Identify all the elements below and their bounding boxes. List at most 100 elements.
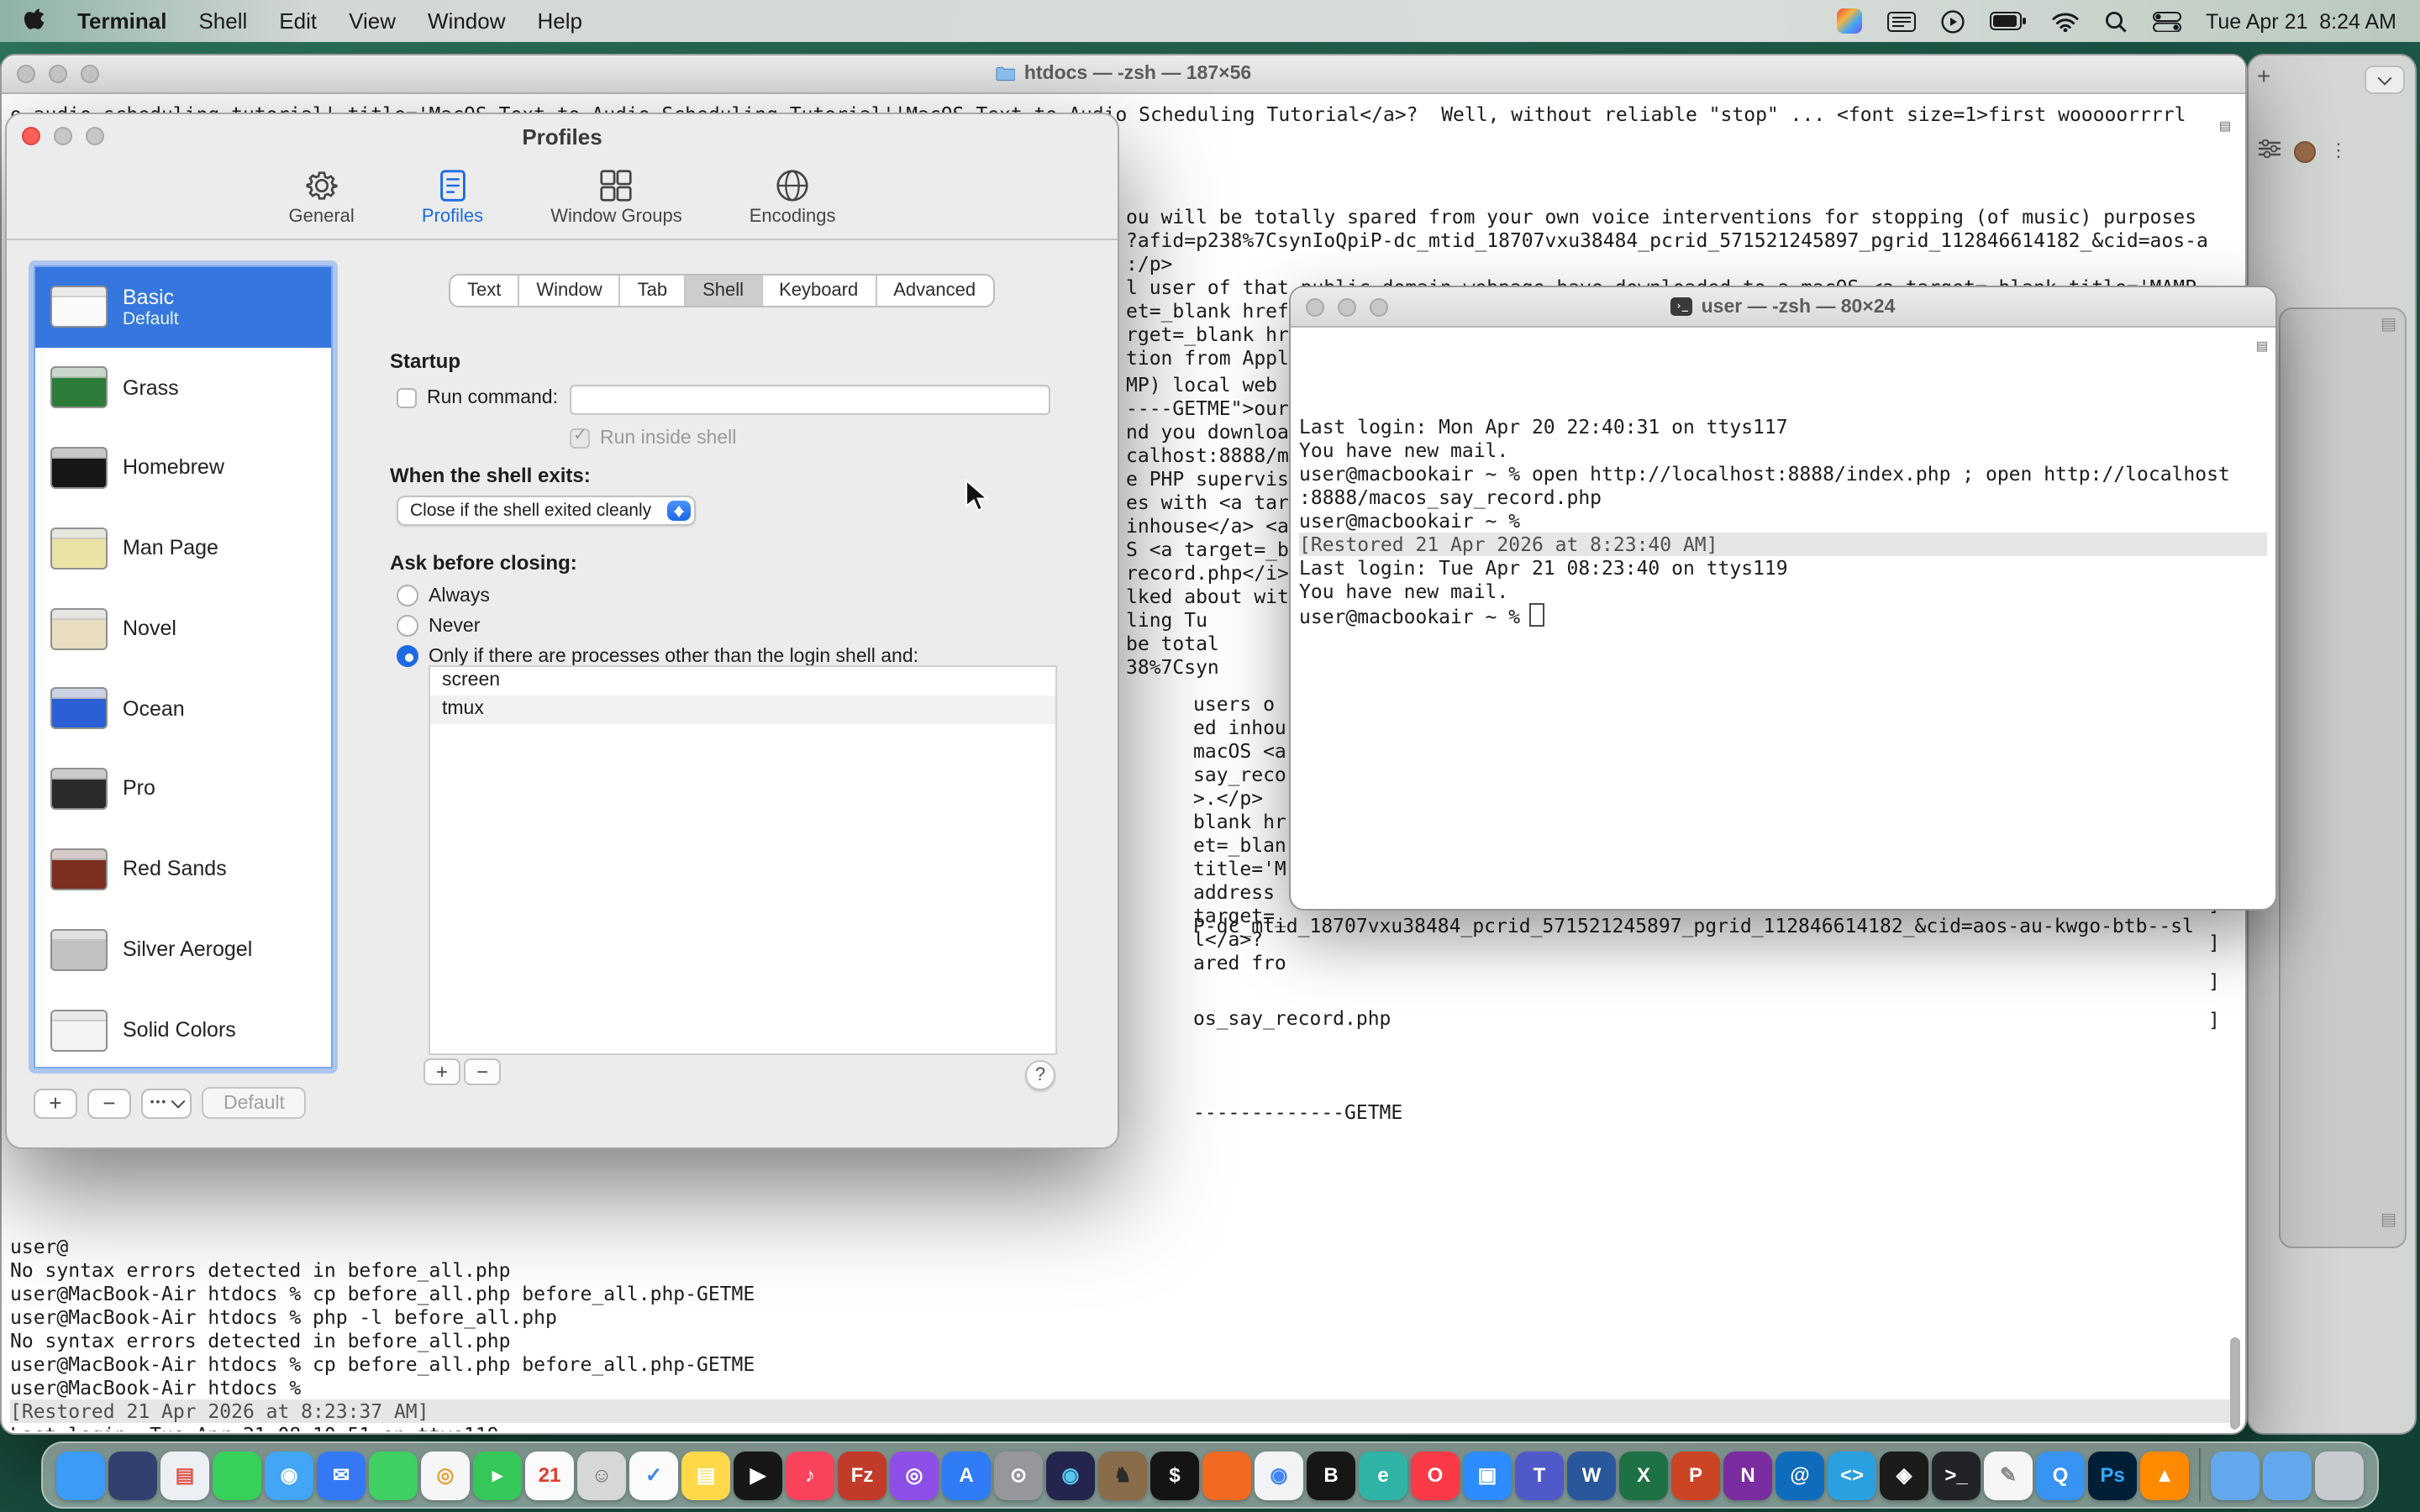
finder[interactable]: [56, 1451, 105, 1499]
profile-list-item[interactable]: Red Sands: [35, 829, 331, 910]
profile-list-item[interactable]: Solid Colors: [35, 990, 331, 1068]
folder-downloads[interactable]: [2263, 1451, 2312, 1499]
tab-item[interactable]: Window: [518, 276, 618, 306]
close-button[interactable]: [22, 127, 40, 145]
podcasts[interactable]: ◎: [890, 1451, 939, 1499]
toolbar-item-general[interactable]: General: [276, 163, 368, 230]
add-profile-button[interactable]: +: [34, 1088, 77, 1118]
close-button[interactable]: [1306, 297, 1324, 316]
firefox[interactable]: [1202, 1451, 1251, 1499]
profile-list-item[interactable]: Man Page: [35, 508, 331, 589]
profile-list-item[interactable]: Pro: [35, 749, 331, 830]
run-inside-shell-checkbox[interactable]: [570, 428, 590, 449]
tab-overview-icon[interactable]: ▤: [2381, 316, 2396, 334]
tab-item[interactable]: Text: [450, 276, 518, 306]
minimize-button[interactable]: [54, 127, 72, 145]
add-process-button[interactable]: +: [424, 1058, 460, 1085]
bible[interactable]: B: [1307, 1451, 1355, 1499]
vlc[interactable]: ▲: [2140, 1451, 2189, 1499]
quicktime[interactable]: Q: [2036, 1451, 2085, 1499]
folder-documents[interactable]: [2211, 1451, 2260, 1499]
keyboard-icon[interactable]: [1886, 11, 1915, 31]
new-tab-button[interactable]: +: [2257, 62, 2270, 89]
zoom-button[interactable]: [81, 65, 99, 83]
toolbar-item-profiles[interactable]: Profiles: [408, 163, 497, 230]
reminders[interactable]: ✓: [629, 1451, 678, 1499]
system-preferences[interactable]: ⊙: [994, 1451, 1043, 1499]
profile-list-item[interactable]: Novel: [35, 588, 331, 669]
powerpoint[interactable]: P: [1671, 1451, 1720, 1499]
notes[interactable]: ▤: [681, 1451, 730, 1499]
vscode[interactable]: <>: [1828, 1451, 1876, 1499]
tab-overview-icon[interactable]: ▤: [2220, 116, 2230, 139]
window-titlebar[interactable]: Profiles: [7, 114, 1118, 158]
maps[interactable]: [369, 1451, 418, 1499]
siri[interactable]: ◉: [1046, 1451, 1095, 1499]
excel[interactable]: X: [1619, 1451, 1668, 1499]
avatar[interactable]: [2294, 140, 2316, 162]
tab-item[interactable]: Shell: [684, 276, 760, 306]
search-icon[interactable]: [2103, 9, 2127, 33]
mail[interactable]: ✉: [317, 1451, 366, 1499]
menu-clock[interactable]: Tue Apr 21 8:24 AM: [2206, 9, 2396, 33]
menu-item[interactable]: Help: [538, 8, 583, 34]
photos[interactable]: ◎: [421, 1451, 470, 1499]
tab-overview-icon[interactable]: ▤: [2381, 1211, 2396, 1230]
sliders-icon[interactable]: [2259, 136, 2281, 166]
apple-menu-icon[interactable]: [24, 6, 45, 36]
remove-profile-button[interactable]: −: [87, 1088, 131, 1118]
menu-item[interactable]: Shell: [198, 8, 247, 34]
menu-item[interactable]: View: [349, 8, 396, 34]
tab-overflow-button[interactable]: [2365, 66, 2405, 94]
minimize-button[interactable]: [49, 65, 67, 83]
menu-app-name[interactable]: Terminal: [77, 8, 166, 34]
help-button[interactable]: ?: [1025, 1060, 1055, 1090]
play-icon[interactable]: [1940, 9, 1964, 33]
window-titlebar[interactable]: ›_ user — -zsh — 80×24: [1291, 287, 2275, 328]
window-titlebar[interactable]: htdocs — -zsh — 187×56: [2, 55, 2245, 94]
menu-item[interactable]: Edit: [279, 8, 317, 34]
zoom-button[interactable]: [1370, 297, 1388, 316]
toolbar-item-encodings[interactable]: Encodings: [736, 163, 850, 230]
stocks[interactable]: $: [1150, 1451, 1199, 1499]
opera[interactable]: O: [1411, 1451, 1460, 1499]
process-list-item[interactable]: screen: [430, 667, 1055, 696]
remove-process-button[interactable]: −: [464, 1058, 501, 1085]
app-store[interactable]: A: [942, 1451, 991, 1499]
messages[interactable]: [213, 1451, 261, 1499]
chess[interactable]: ♞: [1098, 1451, 1147, 1499]
run-command-checkbox[interactable]: [397, 388, 417, 408]
screen-app-icon[interactable]: [1836, 8, 1861, 34]
kebab-menu-icon[interactable]: ⋮: [2329, 142, 2348, 160]
calendar[interactable]: 21: [525, 1451, 574, 1499]
filezilla[interactable]: Fz: [838, 1451, 886, 1499]
github[interactable]: ◈: [1880, 1451, 1928, 1499]
profile-list-item[interactable]: Basic Default: [35, 267, 331, 348]
contacts[interactable]: ☺: [577, 1451, 626, 1499]
profile-list-item[interactable]: Ocean: [35, 669, 331, 749]
tab-item[interactable]: Tab: [619, 276, 685, 306]
shell-exits-popup[interactable]: Close if the shell exited cleanly: [397, 496, 696, 526]
zoom[interactable]: ▣: [1463, 1451, 1512, 1499]
tab-item[interactable]: Keyboard: [760, 276, 875, 306]
facetime[interactable]: ▸: [473, 1451, 522, 1499]
control-center-icon[interactable]: [2152, 11, 2181, 31]
outlook[interactable]: @: [1776, 1451, 1824, 1499]
scrollbar-thumb[interactable]: [2230, 1337, 2240, 1430]
close-button[interactable]: [17, 65, 35, 83]
set-default-button[interactable]: Default: [202, 1087, 307, 1119]
toolbar-item-window-groups[interactable]: Window Groups: [537, 163, 696, 230]
onenote[interactable]: N: [1723, 1451, 1772, 1499]
edge[interactable]: e: [1359, 1451, 1407, 1499]
zoom-button[interactable]: [86, 127, 104, 145]
menu-item[interactable]: Window: [428, 8, 506, 34]
launchpad[interactable]: [108, 1451, 157, 1499]
profile-list-item[interactable]: Homebrew: [35, 428, 331, 508]
battery-icon[interactable]: [1989, 12, 2026, 30]
radio-option[interactable]: Never: [397, 613, 918, 638]
profile-list-item[interactable]: Silver Aerogel: [35, 910, 331, 990]
word[interactable]: W: [1567, 1451, 1616, 1499]
terminal[interactable]: >_: [1932, 1451, 1981, 1499]
radio-option[interactable]: Always: [397, 583, 918, 608]
profile-list-item[interactable]: Grass: [35, 348, 331, 428]
